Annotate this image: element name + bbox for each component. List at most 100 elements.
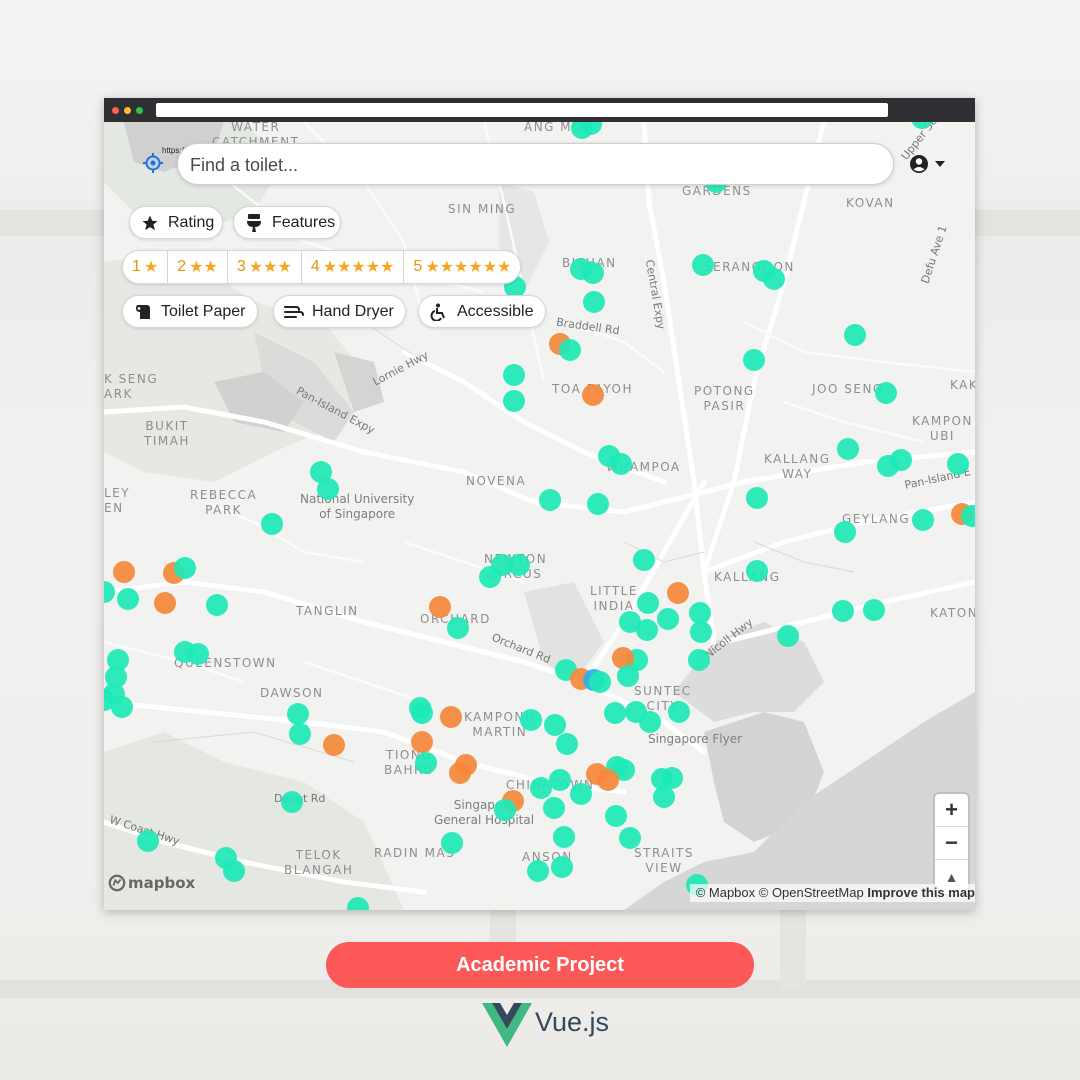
close-dot[interactable] [112,107,119,114]
browser-titlebar [104,98,975,122]
locate-me-icon[interactable] [142,152,164,174]
toilet-marker[interactable] [287,703,309,725]
toilet-marker[interactable] [668,701,690,723]
toilet-marker[interactable] [539,489,561,511]
toilet-marker[interactable] [692,254,714,276]
toilet-marker[interactable] [154,592,176,614]
features-filter-chip[interactable]: Features [233,206,341,239]
toilet-marker[interactable] [617,665,639,687]
toilet-marker[interactable] [137,830,159,852]
toilet-marker[interactable] [261,513,283,535]
wheelchair-icon [429,302,449,322]
toilet-marker[interactable] [559,339,581,361]
toilet-marker[interactable] [636,619,658,641]
toilet-marker[interactable] [117,588,139,610]
toilet-marker[interactable] [834,521,856,543]
toilet-marker[interactable] [587,493,609,515]
rating-option-1[interactable]: 1 ★ [123,251,169,283]
toilet-marker[interactable] [503,364,525,386]
toilet-marker[interactable] [174,557,196,579]
toilet-marker[interactable] [549,769,571,791]
toilet-marker[interactable] [570,783,592,805]
toilet-marker[interactable] [597,769,619,791]
toilet-marker[interactable] [494,799,516,821]
toilet-marker[interactable] [912,509,934,531]
improve-map-link[interactable]: Improve this map [867,885,975,900]
search-input[interactable] [190,153,870,177]
toilet-marker[interactable] [863,599,885,621]
toilet-marker[interactable] [637,592,659,614]
account-menu[interactable] [909,154,945,174]
toilet-marker[interactable] [223,860,245,882]
toilet-marker[interactable] [187,643,209,665]
toilet-paper-chip[interactable]: Toilet Paper [122,295,258,328]
toilet-marker[interactable] [746,487,768,509]
toilet-marker[interactable] [582,384,604,406]
toilet-marker[interactable] [844,324,866,346]
toilet-marker[interactable] [583,291,605,313]
toilet-marker[interactable] [323,734,345,756]
toilet-marker[interactable] [530,777,552,799]
maximize-dot[interactable] [136,107,143,114]
toilet-marker[interactable] [688,649,710,671]
toilet-marker[interactable] [875,382,897,404]
rating-option-5[interactable]: 5 ★★★★★★ [404,251,520,283]
toilet-marker[interactable] [411,731,433,753]
toilet-marker[interactable] [947,453,969,475]
toilet-marker[interactable] [113,561,135,583]
map-canvas[interactable]: WATER CATCHMENT ANG MO GARDENS SIN MING … [104,122,975,910]
toilet-marker[interactable] [415,752,437,774]
rating-option-2[interactable]: 2 ★★ [168,251,228,283]
toilet-marker[interactable] [653,786,675,808]
toilet-marker[interactable] [763,268,785,290]
toilet-marker[interactable] [289,723,311,745]
mapbox-logo[interactable]: mapbox [108,874,195,892]
attribution-text[interactable]: © Mapbox © OpenStreetMap [696,885,864,900]
zoom-in-button[interactable]: + [935,794,968,827]
toilet-marker[interactable] [508,554,530,576]
toilet-marker[interactable] [777,625,799,647]
toilet-marker[interactable] [746,560,768,582]
toilet-marker[interactable] [317,478,339,500]
toilet-marker[interactable] [543,797,565,819]
rating-option-3[interactable]: 3 ★★★ [228,251,302,283]
toilet-marker[interactable] [832,600,854,622]
toilet-marker[interactable] [206,594,228,616]
toilet-marker[interactable] [553,826,575,848]
toilet-marker[interactable] [619,827,641,849]
accessible-chip[interactable]: Accessible [418,295,546,328]
toilet-marker[interactable] [447,617,469,639]
rating-filter-chip[interactable]: Rating [129,206,223,239]
toilet-marker[interactable] [690,621,712,643]
toilet-marker[interactable] [503,390,525,412]
address-bar[interactable] [156,103,888,117]
zoom-out-button[interactable]: − [935,827,968,860]
toilet-marker[interactable] [429,596,451,618]
toilet-marker[interactable] [633,549,655,571]
rating-option-4[interactable]: 4 ★★★★★ [302,251,405,283]
toilet-marker[interactable] [582,262,604,284]
toilet-marker[interactable] [479,566,501,588]
toilet-marker[interactable] [455,754,477,776]
toilet-marker[interactable] [657,608,679,630]
toilet-marker[interactable] [837,438,859,460]
toilet-marker[interactable] [527,860,549,882]
toilet-marker[interactable] [667,582,689,604]
hand-dryer-chip[interactable]: Hand Dryer [273,295,406,328]
toilet-marker[interactable] [441,832,463,854]
toilet-marker[interactable] [411,702,433,724]
toilet-marker[interactable] [743,349,765,371]
toilet-marker[interactable] [520,709,542,731]
toilet-marker[interactable] [281,791,303,813]
toilet-marker[interactable] [556,733,578,755]
toilet-marker[interactable] [605,805,627,827]
minimize-dot[interactable] [124,107,131,114]
toilet-marker[interactable] [639,711,661,733]
toilet-marker[interactable] [551,856,573,878]
toilet-marker[interactable] [610,453,632,475]
toilet-marker[interactable] [604,702,626,724]
toilet-marker[interactable] [440,706,462,728]
toilet-marker[interactable] [589,671,611,693]
rating-stars: ★★★★★ [322,259,395,276]
toilet-marker[interactable] [877,455,899,477]
